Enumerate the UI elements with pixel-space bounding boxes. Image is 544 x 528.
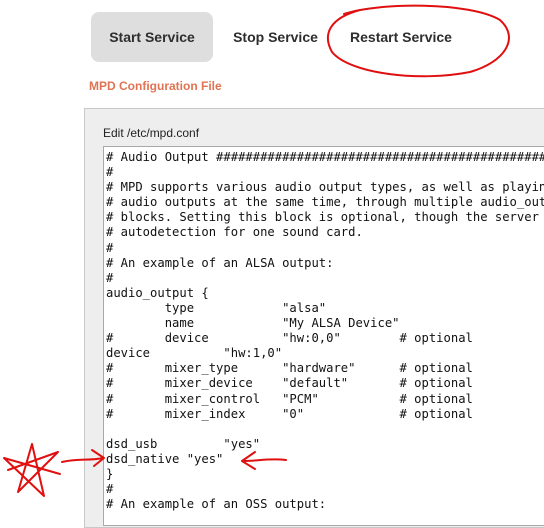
start-service-button[interactable]: Start Service xyxy=(91,12,213,62)
code-line: dsd_native "yes" xyxy=(106,451,224,466)
code-line: # xyxy=(106,165,114,180)
code-line: name "My ALSA Device" xyxy=(106,316,400,331)
code-line: # An example of an ALSA output: xyxy=(106,255,334,270)
section-title: MPD Configuration File xyxy=(89,79,222,93)
code-line: # mixer_type "hardware" # optional xyxy=(106,361,473,376)
code-line: # An example of an OSS output: xyxy=(106,497,327,512)
editor-label: Edit /etc/mpd.conf xyxy=(103,126,200,140)
restart-service-button[interactable]: Restart Service xyxy=(339,12,463,62)
code-line: # mixer_device "default" # optional xyxy=(106,376,473,391)
code-line: dsd_usb "yes" xyxy=(106,436,261,451)
code-line: } xyxy=(106,466,114,481)
code-line: # xyxy=(106,240,114,255)
code-line: device "hw:1,0" xyxy=(106,346,283,361)
code-line: # xyxy=(106,270,114,285)
config-text: # Audio Output #########################… xyxy=(106,150,544,512)
code-line: # autodetection for one sound card. xyxy=(106,225,363,240)
code-line: # MPD supports various audio output type… xyxy=(106,180,544,195)
code-line: # xyxy=(106,482,114,497)
code-line: # Audio Output #########################… xyxy=(106,150,544,164)
stop-service-button[interactable]: Stop Service xyxy=(222,12,329,62)
code-line: # mixer_control "PCM" # optional xyxy=(106,391,473,406)
config-editor-textarea[interactable]: # Audio Output #########################… xyxy=(103,146,544,526)
code-line: type "alsa" xyxy=(106,300,327,315)
code-line: # audio outputs at the same time, throug… xyxy=(106,195,544,210)
code-line: # mixer_index "0" # optional xyxy=(106,406,473,421)
code-line: # blocks. Setting this block is optional… xyxy=(106,210,539,225)
star-annotation xyxy=(3,443,61,497)
code-line: # device "hw:0,0" # optional xyxy=(106,331,473,346)
code-line: audio_output { xyxy=(106,285,209,300)
